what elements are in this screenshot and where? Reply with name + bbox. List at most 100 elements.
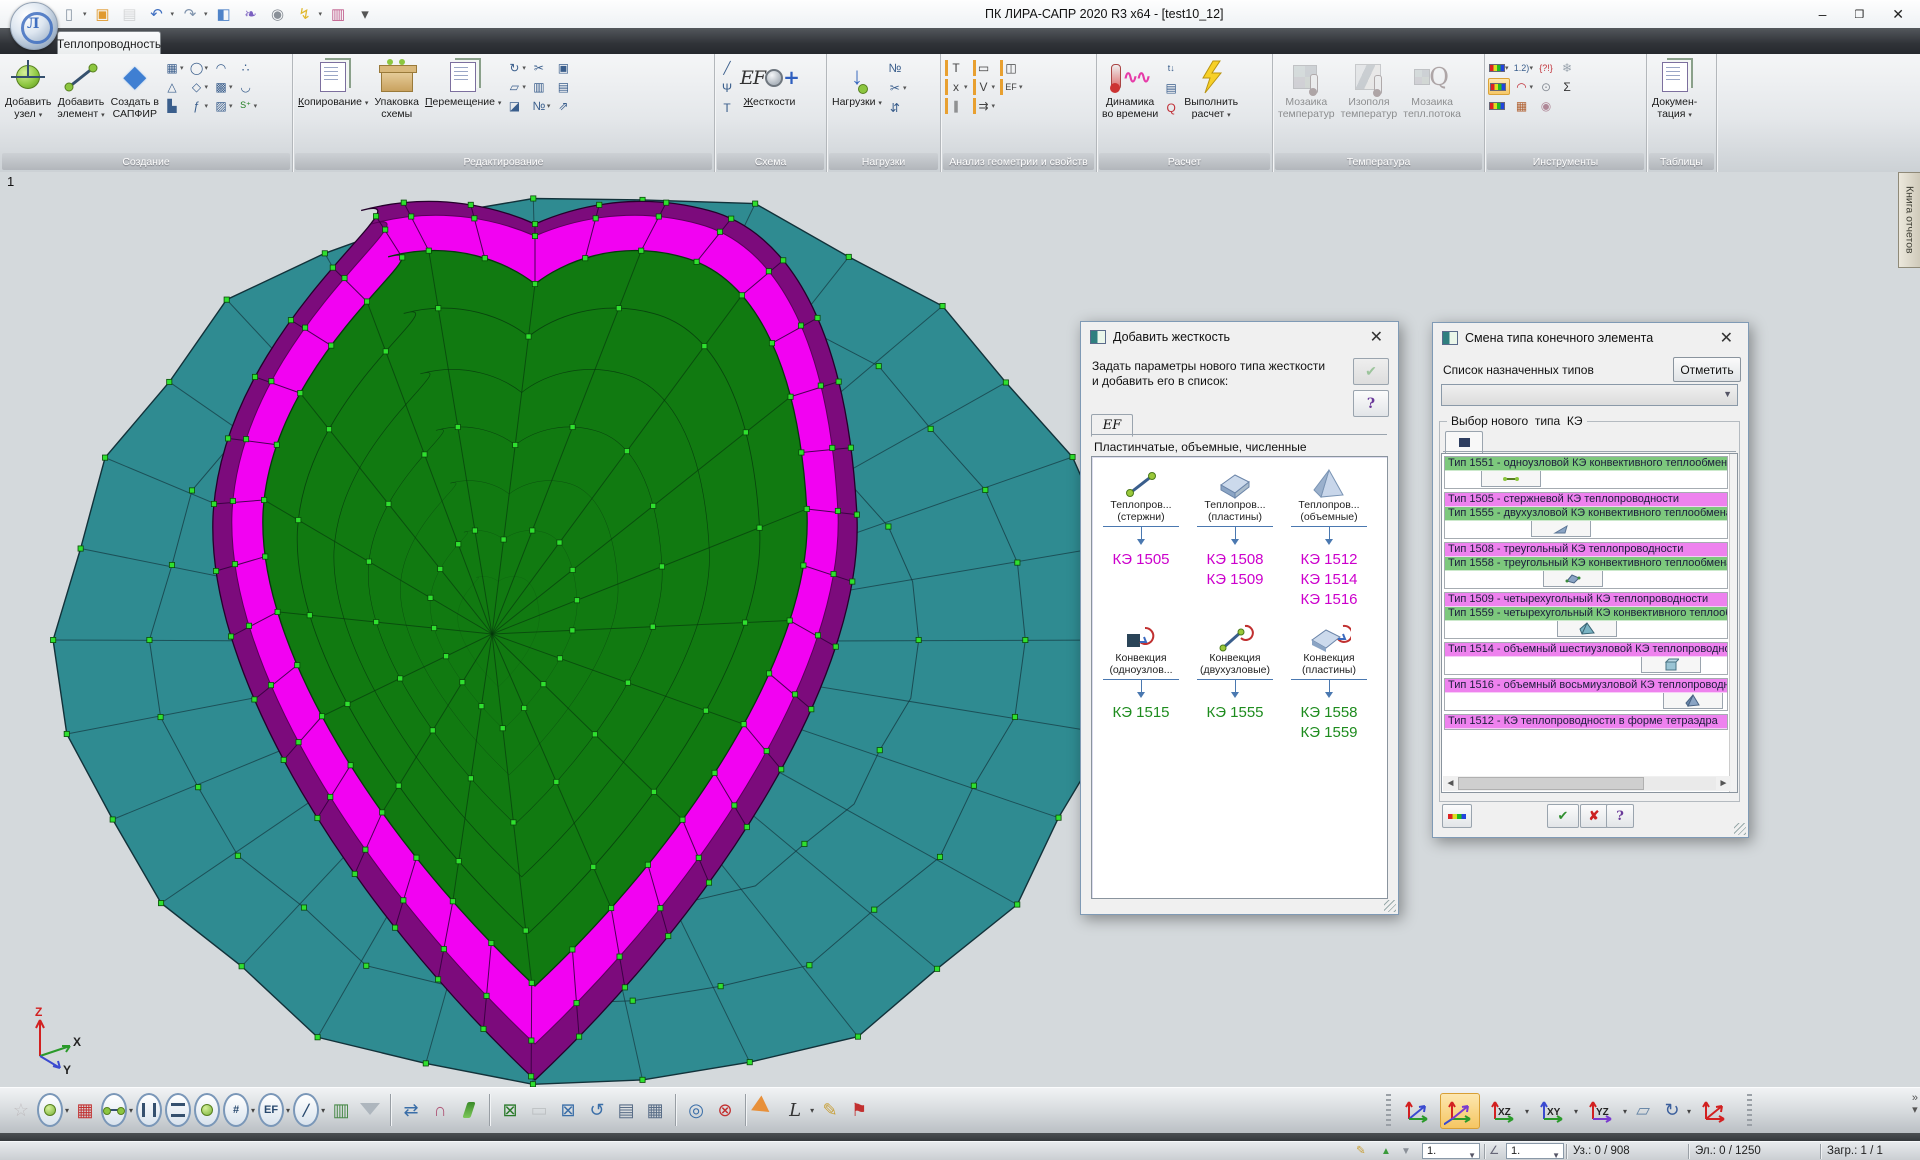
- chevron-down-icon[interactable]: ▾: [1505, 64, 1509, 72]
- colorbar-cursor-icon[interactable]: ▾: [1488, 59, 1510, 76]
- chevron-down-icon[interactable]: ▾: [1574, 1107, 1578, 1116]
- fe-type-row[interactable]: Тип 1512 - КЭ теплопроводности в форме т…: [1445, 715, 1727, 729]
- fe-type-row[interactable]: Тип 1555 - двухузловой КЭ конвективного …: [1445, 507, 1727, 521]
- copy-loads-icon[interactable]: ⇵: [886, 99, 908, 116]
- rotate-selection-button[interactable]: ↺: [584, 1093, 610, 1127]
- note-pencil-icon[interactable]: ✎: [1356, 1142, 1366, 1160]
- results-button[interactable]: ▥: [327, 3, 349, 25]
- frame-view-button[interactable]: ▤: [613, 1093, 639, 1127]
- dropdown-caret-icon[interactable]: ▾: [319, 10, 323, 18]
- model-3d-button[interactable]: ◧: [213, 3, 235, 25]
- pack-scheme-button[interactable]: Упаковкасхемы: [372, 56, 421, 152]
- loads-button[interactable]: ↓Нагрузки ▾: [830, 56, 884, 152]
- plane-xy-button[interactable]: XY: [1532, 1093, 1572, 1129]
- chevron-down-icon[interactable]: ▾: [1530, 83, 1534, 91]
- axes-isometry-button[interactable]: [1397, 1093, 1437, 1129]
- confirm-button[interactable]: ✔: [1353, 358, 1389, 385]
- mark-button[interactable]: Отметить: [1673, 357, 1741, 382]
- flashlight-button[interactable]: [753, 1093, 779, 1127]
- scale-up-icon[interactable]: ▲: [1381, 1142, 1391, 1160]
- results-fragment-icon[interactable]: ▤: [554, 78, 572, 95]
- timer-icon[interactable]: ⊙: [1537, 78, 1555, 95]
- copy-fragment-icon[interactable]: ▥: [530, 78, 552, 95]
- cut-icon[interactable]: ✂: [530, 59, 552, 76]
- fe-shape-tab-pyramid[interactable]: [1663, 693, 1723, 709]
- chevron-down-icon[interactable]: ▾: [229, 102, 233, 110]
- chevron-down-icon[interactable]: ▾: [522, 83, 526, 91]
- assign-display-button[interactable]: ╱: [293, 1093, 319, 1127]
- frame-generator-icon[interactable]: ▦▾: [163, 59, 185, 76]
- angle-combobox[interactable]: 1.▼: [1506, 1143, 1564, 1159]
- move-button[interactable]: Перемещение ▾: [423, 56, 503, 152]
- open-button[interactable]: ▣: [92, 3, 114, 25]
- pencil-button[interactable]: ✎: [817, 1093, 843, 1127]
- building-icon[interactable]: ▙: [163, 97, 185, 114]
- projection-plane-button[interactable]: ▱: [1630, 1093, 1656, 1127]
- chevron-down-icon[interactable]: ▾: [992, 83, 996, 91]
- freeze-tc-icon[interactable]: ❄: [1558, 59, 1576, 76]
- scroll-thumb[interactable]: [1458, 777, 1644, 790]
- fe-shape-tab-triangle[interactable]: [1531, 521, 1591, 537]
- fe-type-list[interactable]: Тип 1551 - одноузловой КЭ конвективного …: [1441, 453, 1738, 793]
- create-sapfir-button[interactable]: ◆Создать вСАПФИР: [109, 56, 161, 152]
- assigned-types-combobox[interactable]: ▼: [1441, 384, 1738, 406]
- tab-teploprovodnost[interactable]: Теплопроводность: [57, 31, 161, 55]
- ke-link-КЭ1516[interactable]: КЭ 1516: [1300, 590, 1357, 610]
- chevron-down-icon[interactable]: ▾: [254, 102, 258, 110]
- zoom-in-button[interactable]: ◎: [683, 1093, 709, 1127]
- dashed-grid-icon[interactable]: ▨▾: [212, 97, 234, 114]
- ke-link-КЭ1558[interactable]: КЭ 1558: [1300, 703, 1357, 723]
- fe-category-tab[interactable]: [1445, 431, 1483, 453]
- ke-link-КЭ1512[interactable]: КЭ 1512: [1300, 550, 1357, 570]
- mirror-icon[interactable]: ▱▾: [505, 78, 527, 95]
- close-icon[interactable]: ✕: [1714, 328, 1739, 348]
- mesh-generator-icon[interactable]: ▩▾: [212, 78, 234, 95]
- ke-link-КЭ1559[interactable]: КЭ 1559: [1300, 723, 1357, 743]
- chevron-down-icon[interactable]: ▾: [1019, 83, 1023, 91]
- cancel-button[interactable]: ✘: [1580, 804, 1608, 828]
- chevron-down-icon[interactable]: ▾: [1687, 1107, 1691, 1116]
- fe-type-row[interactable]: Тип 1505 - стержневой КЭ теплопроводност…: [1445, 493, 1727, 507]
- chevron-down-icon[interactable]: ▾: [229, 83, 233, 91]
- renumber-icon[interactable]: №▾: [530, 97, 552, 114]
- fe-type-row[interactable]: Тип 1559 - четырехугольный КЭ конвективн…: [1445, 607, 1727, 621]
- time-dynamics-button[interactable]: ∿∿Динамикаво времени: [1100, 56, 1160, 152]
- fe-shape-tab-quad[interactable]: [1543, 571, 1603, 587]
- copy-button[interactable]: Копирование ▾: [296, 56, 370, 152]
- save-button[interactable]: ▤: [119, 3, 141, 25]
- restore-button[interactable]: ❐: [1854, 8, 1864, 21]
- dome-generator-icon[interactable]: ◠: [212, 59, 234, 76]
- new-document-button[interactable]: ▯: [58, 3, 80, 25]
- fe-type-row[interactable]: Тип 1551 - одноузловой КЭ конвективного …: [1445, 457, 1727, 471]
- chevron-down-icon[interactable]: ▾: [321, 1106, 325, 1115]
- dropdown-caret-icon[interactable]: ▾: [171, 10, 175, 18]
- book-button[interactable]: ❧: [240, 3, 262, 25]
- select-polygon-button[interactable]: ☆: [8, 1093, 34, 1127]
- q-load-icon[interactable]: Q: [1162, 99, 1180, 116]
- results-3d-button[interactable]: ▥: [328, 1093, 354, 1127]
- check-geometry-icon[interactable]: ⇉▾: [972, 97, 997, 114]
- edit-loads-icon[interactable]: №: [886, 59, 908, 76]
- rotate-copy-icon[interactable]: ↻▾: [505, 59, 527, 76]
- unselect-frame-button[interactable]: ⊠: [555, 1093, 581, 1127]
- app-logo-icon[interactable]: Л: [10, 2, 58, 50]
- chevron-down-icon[interactable]: ▾: [1525, 1107, 1529, 1116]
- dropdown-caret-icon[interactable]: ▾: [204, 10, 208, 18]
- report-sheet-icon[interactable]: ▤: [1162, 79, 1180, 96]
- stiffness-display-button[interactable]: ЕF: [258, 1093, 284, 1127]
- select-frame-icon[interactable]: ▣: [554, 59, 572, 76]
- report-book-tab[interactable]: Книга отчетов: [1898, 172, 1920, 268]
- chevron-down-icon[interactable]: ▾: [205, 102, 209, 110]
- filter-button[interactable]: [357, 1093, 383, 1127]
- node-spoke-button[interactable]: [194, 1093, 220, 1127]
- axes-v-icon[interactable]: V▾: [972, 78, 997, 95]
- chevron-down-icon[interactable]: ▾: [251, 1106, 255, 1115]
- check-duplicates-icon[interactable]: ∥: [944, 97, 969, 114]
- shell-generator-icon[interactable]: ◯▾: [188, 59, 210, 76]
- move-frame-button[interactable]: ▭: [526, 1093, 552, 1127]
- dropdown-caret-icon[interactable]: ▾: [83, 10, 87, 18]
- dimension-L-button[interactable]: L: [782, 1093, 808, 1127]
- angle-icon[interactable]: ∠: [1489, 1142, 1499, 1160]
- rod-type-icon[interactable]: Τ: [718, 99, 736, 116]
- horizontal-scrollbar[interactable]: ◄ ►: [1443, 776, 1731, 791]
